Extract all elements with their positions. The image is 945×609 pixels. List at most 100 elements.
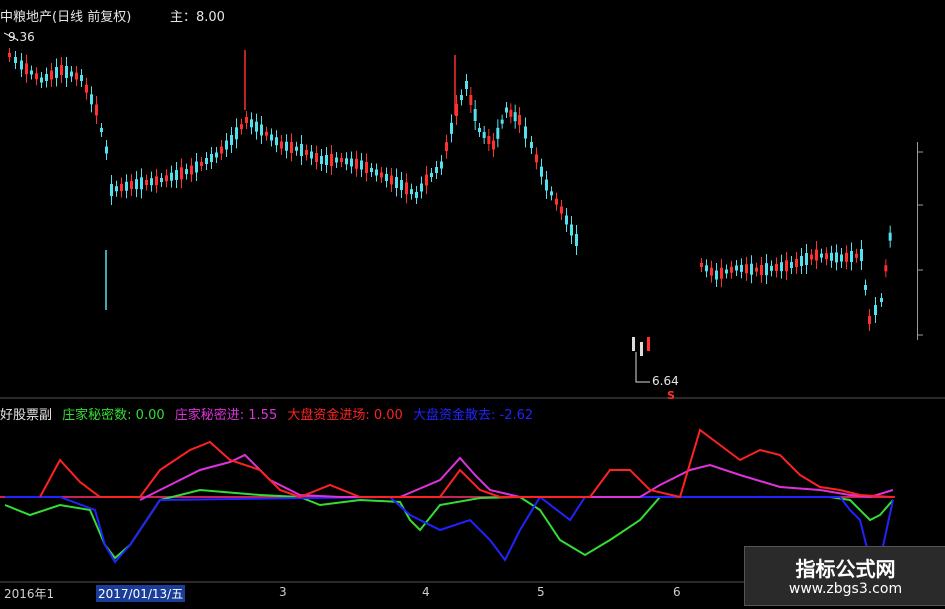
candle-body bbox=[825, 253, 828, 260]
x-label-cursor-date[interactable]: 2017/01/13/五 bbox=[96, 585, 186, 602]
indicator-magenta-line bbox=[139, 453, 894, 501]
candle-body bbox=[845, 252, 848, 262]
candle-body bbox=[135, 179, 138, 190]
candle-body bbox=[874, 305, 877, 315]
candle-body bbox=[100, 128, 103, 132]
candle-body bbox=[385, 174, 388, 181]
candle-body bbox=[205, 158, 208, 164]
candle-body bbox=[435, 167, 438, 173]
candle-body bbox=[868, 316, 871, 324]
x-label-5: 5 bbox=[537, 585, 545, 599]
candle-body bbox=[410, 189, 413, 195]
candle-body bbox=[14, 57, 17, 63]
watermark-title: 指标公式网 bbox=[795, 557, 896, 581]
candle-body bbox=[240, 124, 243, 130]
candle-body bbox=[560, 206, 563, 214]
candle-body bbox=[295, 146, 298, 151]
candle-body bbox=[570, 224, 573, 236]
candle-body bbox=[540, 166, 543, 177]
candle-body bbox=[640, 342, 643, 356]
candle-body bbox=[513, 112, 517, 122]
candle-body bbox=[478, 128, 481, 132]
candle-body bbox=[245, 117, 248, 123]
candle-body bbox=[170, 172, 173, 181]
candle-body bbox=[430, 173, 433, 177]
candle-body bbox=[180, 167, 183, 180]
candle-body bbox=[760, 265, 763, 275]
candle-body bbox=[45, 74, 48, 81]
candle-body bbox=[465, 81, 468, 89]
candle-body bbox=[370, 168, 373, 172]
right-axis bbox=[917, 142, 945, 340]
legend-item-secret-in: 庄家秘密进: 1.55 bbox=[174, 408, 278, 423]
candle-body bbox=[90, 94, 93, 105]
candle-body bbox=[830, 252, 833, 261]
candle-body bbox=[85, 84, 88, 93]
candle-body bbox=[75, 72, 78, 80]
indicator-name: 好股票副 bbox=[0, 408, 53, 423]
indicator-legend: 好股票副 庄家秘密数: 0.00 庄家秘密进: 1.55 大盘资金进场: 0.0… bbox=[0, 404, 539, 423]
candle-body bbox=[755, 267, 758, 272]
candle-body bbox=[200, 162, 203, 166]
candle-body bbox=[405, 182, 408, 195]
candle-body bbox=[440, 161, 443, 169]
candle-body bbox=[390, 175, 393, 185]
candle-body bbox=[160, 178, 163, 182]
candle-body bbox=[725, 269, 728, 274]
candle-body bbox=[140, 177, 143, 190]
candle-body bbox=[275, 137, 278, 146]
candle-body bbox=[400, 180, 403, 190]
candle-body bbox=[65, 66, 68, 78]
candle-body bbox=[360, 160, 363, 170]
candle-body bbox=[500, 119, 504, 124]
candle-body bbox=[355, 158, 358, 169]
candle-body bbox=[632, 337, 635, 351]
candle-body bbox=[250, 119, 253, 128]
candle-body bbox=[25, 63, 28, 75]
candle-body bbox=[195, 161, 198, 173]
candle-body bbox=[210, 154, 213, 162]
candle-body bbox=[810, 254, 813, 260]
candle-body bbox=[185, 169, 188, 175]
price-high-label: 9.36 bbox=[8, 30, 35, 44]
candle-body bbox=[884, 265, 888, 272]
chart-canvas[interactable] bbox=[0, 0, 945, 609]
candle-body bbox=[260, 124, 263, 136]
sell-signal-marker: S bbox=[667, 389, 675, 402]
candle-body bbox=[880, 298, 883, 302]
candle-body bbox=[305, 150, 308, 155]
candle-body bbox=[175, 170, 178, 180]
candle-body bbox=[482, 132, 486, 138]
candle-body bbox=[285, 141, 288, 151]
candle-body bbox=[860, 249, 863, 261]
candle-body bbox=[740, 264, 743, 272]
x-label-3: 3 bbox=[279, 585, 287, 599]
candle-body bbox=[565, 215, 568, 225]
candle-body bbox=[220, 146, 223, 154]
candle-body bbox=[130, 181, 133, 189]
candle-body bbox=[335, 157, 338, 163]
candle-body bbox=[710, 267, 713, 276]
candle-body bbox=[60, 65, 63, 75]
candle-body bbox=[365, 162, 368, 173]
candle-body bbox=[518, 115, 521, 125]
candle-body bbox=[855, 253, 858, 258]
candle-body bbox=[545, 179, 548, 191]
candle-body bbox=[150, 178, 153, 186]
candle-body bbox=[225, 140, 228, 150]
candle-body bbox=[30, 70, 33, 75]
candle-body bbox=[105, 146, 108, 154]
candle-body bbox=[780, 262, 783, 272]
candle-body bbox=[420, 183, 423, 192]
candle-body bbox=[735, 265, 738, 271]
candle-body bbox=[340, 158, 343, 162]
candle-body bbox=[535, 154, 538, 163]
candle-body bbox=[320, 156, 323, 164]
candle-body bbox=[820, 253, 823, 258]
candle-body bbox=[215, 152, 218, 158]
candle-body bbox=[55, 67, 58, 78]
legend-item-secret-count: 庄家秘密数: 0.00 bbox=[62, 408, 165, 423]
candle-body bbox=[715, 270, 718, 280]
candle-body bbox=[415, 192, 418, 198]
candle-body bbox=[235, 127, 238, 140]
